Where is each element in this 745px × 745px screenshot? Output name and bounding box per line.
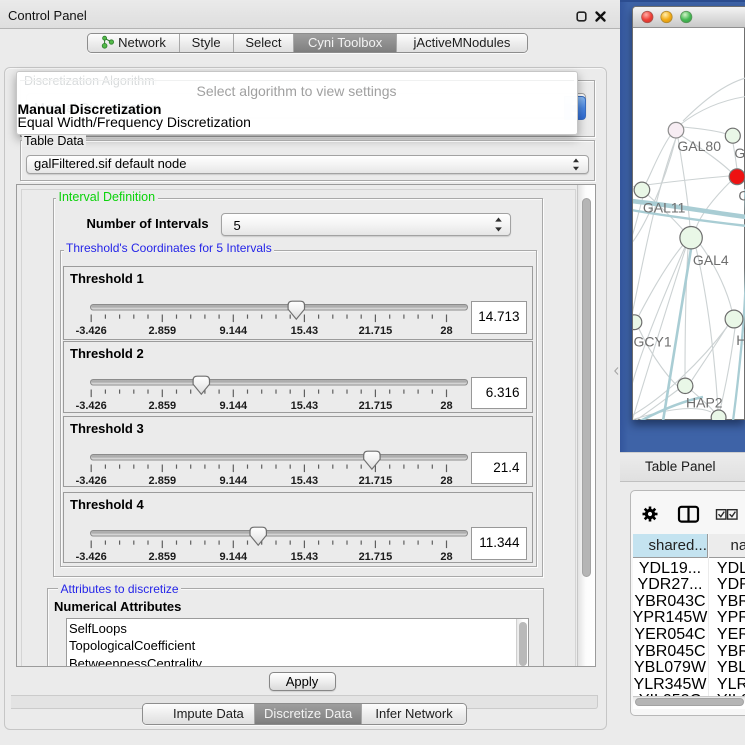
svg-text:GAL80: GAL80 (677, 137, 721, 153)
svg-text:GAL11: GAL11 (642, 199, 685, 215)
svg-text:GA: GA (734, 145, 745, 161)
svg-text:GCY1: GCY1 (633, 333, 671, 349)
svg-text:GAL4: GAL4 (692, 252, 728, 268)
svg-text:HAP2: HAP2 (686, 394, 723, 410)
svg-text:C: C (738, 187, 745, 203)
svg-text:H: H (736, 332, 745, 348)
